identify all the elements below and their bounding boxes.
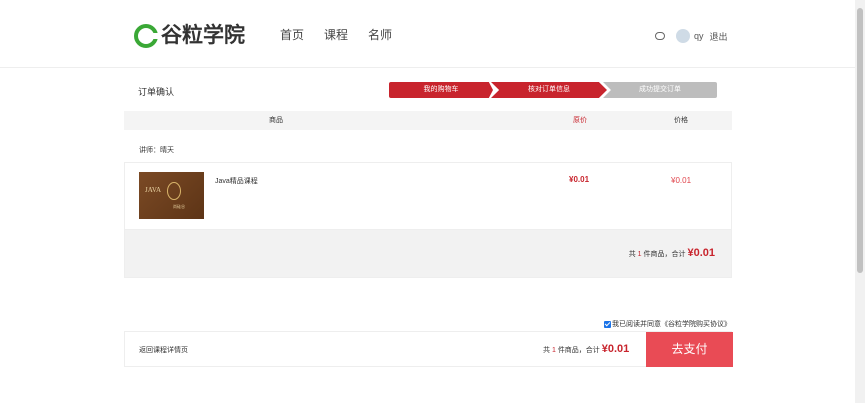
message-icon[interactable] (655, 32, 665, 40)
checkout-bar: 返回课程详情页 共 1 件商品，合计 ¥0.01 去支付 (124, 331, 733, 367)
order-item: JAVA 尚硅谷 Java精品课程 ¥0.01 ¥0.01 (124, 162, 732, 230)
page-scrollbar[interactable] (855, 0, 865, 403)
username[interactable]: qy (694, 31, 704, 41)
user-area: qy 退出 (655, 29, 728, 43)
logout-link[interactable]: 退出 (710, 30, 728, 43)
back-to-course-link[interactable]: 返回课程详情页 (139, 345, 188, 355)
step-submitted: 成功提交订单 (603, 82, 717, 98)
cover-text: JAVA (145, 186, 162, 194)
summary-suffix: 件商品，合计 (643, 251, 686, 258)
checkout-prefix: 共 (543, 347, 550, 354)
summary-total: ¥0.01 (687, 247, 715, 259)
checkout-suffix: 件商品，合计 (557, 347, 600, 354)
nav-courses[interactable]: 课程 (324, 28, 348, 42)
cover-caption: 尚硅谷 (173, 204, 185, 209)
order-table-header: 商品 原价 价格 (124, 111, 732, 130)
course-cover-image[interactable]: JAVA 尚硅谷 (139, 172, 204, 219)
checkout-count: 1 (551, 347, 556, 354)
order-steps: 我的购物车 核对订单信息 成功提交订单 (389, 82, 717, 98)
step-cart: 我的购物车 (389, 82, 493, 98)
pay-button[interactable]: 去支付 (646, 332, 733, 367)
summary-count: 1 (637, 251, 642, 258)
checkout-total-amount: ¥0.01 (601, 343, 630, 355)
site-header: 谷粒学院 首页 课程 名师 qy 退出 (0, 0, 855, 68)
agreement: 我已阅读并同意《谷粒学院购买协议》 (604, 319, 731, 329)
summary-text: 共 1 件商品，合计 ¥0.01 (629, 247, 715, 259)
nav-teachers[interactable]: 名师 (368, 28, 392, 42)
page-title: 订单确认 (138, 87, 175, 97)
logo-text: 谷粒学院 (161, 24, 245, 47)
column-price: 价格 (674, 117, 688, 124)
checkout-total: 共 1 件商品，合计 ¥0.01 (543, 343, 629, 355)
order-summary: 共 1 件商品，合计 ¥0.01 (124, 230, 732, 278)
agreement-checkbox[interactable] (604, 320, 611, 328)
teacher-label: 讲师：晴天 (139, 147, 174, 154)
main-nav: 首页 课程 名师 (280, 28, 412, 42)
nav-home[interactable]: 首页 (280, 28, 304, 42)
logo-icon (134, 24, 159, 48)
site-logo[interactable]: 谷粒学院 (134, 23, 245, 49)
course-name[interactable]: Java精品课程 (215, 176, 258, 186)
item-price: ¥0.01 (671, 176, 692, 185)
cover-emblem-icon (167, 182, 181, 200)
step-confirm-order: 核对订单信息 (491, 82, 607, 98)
summary-prefix: 共 (628, 251, 636, 258)
column-original-price: 原价 (573, 117, 587, 124)
scrollbar-thumb[interactable] (857, 8, 863, 273)
column-goods: 商品 (269, 117, 283, 124)
avatar[interactable] (676, 29, 690, 43)
agreement-text[interactable]: 我已阅读并同意《谷粒学院购买协议》 (612, 319, 731, 329)
item-original-price: ¥0.01 (569, 175, 590, 184)
